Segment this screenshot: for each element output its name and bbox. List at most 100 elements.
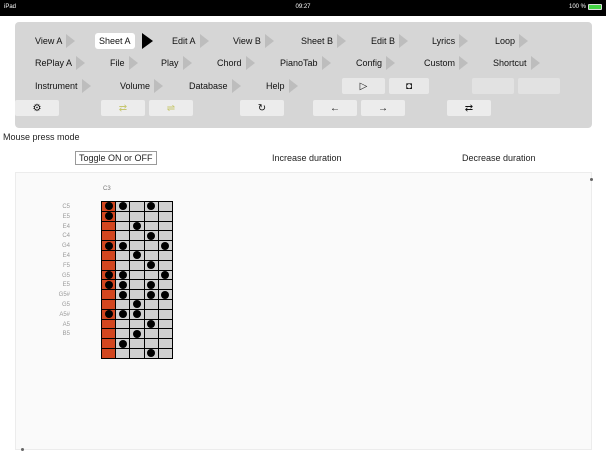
grid-cell[interactable] — [130, 211, 144, 221]
grid-cell[interactable] — [130, 319, 144, 329]
grid-cell[interactable] — [158, 319, 172, 329]
grid-cell[interactable] — [102, 290, 116, 299]
grid-cell[interactable] — [158, 260, 172, 270]
menu-volume[interactable]: Volume — [120, 77, 164, 95]
grid-cell[interactable] — [144, 348, 158, 358]
grid-cell[interactable] — [116, 319, 130, 329]
move-left-button[interactable]: ← — [313, 100, 357, 116]
grid-cell[interactable] — [130, 309, 144, 319]
grid-cell[interactable] — [144, 221, 158, 231]
grid-cell[interactable] — [102, 319, 116, 329]
grid-cell[interactable] — [116, 280, 130, 290]
play-button[interactable]: ▷ — [342, 78, 385, 94]
grid-cell[interactable] — [144, 202, 158, 211]
grid-cell[interactable] — [130, 221, 144, 231]
grid-cell[interactable] — [116, 309, 130, 319]
insert-button[interactable]: ⇄ — [447, 100, 491, 116]
grid-cell[interactable] — [130, 339, 144, 348]
grid-cell[interactable] — [116, 241, 130, 250]
grid-cell[interactable] — [144, 329, 158, 339]
grid-cell[interactable] — [158, 339, 172, 348]
menu-shortcut[interactable]: Shortcut — [493, 54, 540, 72]
grid-cell[interactable] — [130, 260, 144, 270]
grid-cell[interactable] — [116, 348, 130, 358]
menu-edit-a[interactable]: Edit A — [172, 32, 209, 50]
menu-chord[interactable]: Chord — [217, 54, 255, 72]
grid-cell[interactable] — [158, 299, 172, 309]
menu-sheet-a[interactable]: Sheet A — [95, 33, 135, 49]
move-right-button[interactable]: → — [361, 100, 405, 116]
grid-cell[interactable] — [116, 290, 130, 299]
settings-button[interactable]: ⚙ — [15, 100, 59, 116]
menu-config[interactable]: Config — [356, 54, 396, 72]
grid-cell[interactable] — [130, 231, 144, 241]
menu-sheet-b[interactable]: Sheet B — [301, 32, 347, 50]
grid-cell[interactable] — [158, 329, 172, 339]
mode-decrease-option[interactable]: Decrease duration — [462, 153, 536, 163]
grid-cell[interactable] — [116, 329, 130, 339]
grid-cell[interactable] — [102, 309, 116, 319]
grid-cell[interactable] — [144, 241, 158, 250]
grid-cell[interactable] — [116, 211, 130, 221]
grid-cell[interactable] — [158, 348, 172, 358]
grid-cell[interactable] — [158, 280, 172, 290]
grid-cell[interactable] — [144, 211, 158, 221]
grid-cell[interactable] — [144, 309, 158, 319]
grid-cell[interactable] — [144, 280, 158, 290]
swap-button[interactable]: ⇌ — [149, 100, 193, 116]
grid-cell[interactable] — [144, 319, 158, 329]
grid-cell[interactable] — [130, 241, 144, 250]
menu-help[interactable]: Help — [266, 77, 298, 95]
menu-view-b[interactable]: View B — [233, 32, 274, 50]
grid-cell[interactable] — [158, 250, 172, 260]
undo-button[interactable]: ↻ — [240, 100, 284, 116]
grid-cell[interactable] — [130, 202, 144, 211]
grid-cell[interactable] — [116, 299, 130, 309]
grid-cell[interactable] — [102, 202, 116, 211]
blank-button-1[interactable] — [472, 78, 514, 94]
grid-cell[interactable] — [102, 339, 116, 348]
grid-cell[interactable] — [144, 270, 158, 280]
menu-instrument[interactable]: Instrument — [35, 77, 91, 95]
grid-cell[interactable] — [102, 260, 116, 270]
grid-cell[interactable] — [158, 290, 172, 299]
grid-cell[interactable] — [130, 250, 144, 260]
grid-cell[interactable] — [130, 280, 144, 290]
grid-cell[interactable] — [116, 231, 130, 241]
grid-cell[interactable] — [158, 211, 172, 221]
grid-cell[interactable] — [158, 270, 172, 280]
menu-loop[interactable]: Loop — [495, 32, 529, 50]
grid-cell[interactable] — [116, 250, 130, 260]
grid-cell[interactable] — [116, 202, 130, 211]
grid-cell[interactable] — [144, 260, 158, 270]
grid-cell[interactable] — [102, 250, 116, 260]
grid-cell[interactable] — [144, 290, 158, 299]
grid-cell[interactable] — [102, 299, 116, 309]
grid-cell[interactable] — [144, 339, 158, 348]
grid-cell[interactable] — [102, 211, 116, 221]
grid-cell[interactable] — [144, 231, 158, 241]
note-grid[interactable] — [101, 201, 173, 359]
mode-toggle-option[interactable]: Toggle ON or OFF — [75, 151, 157, 165]
grid-cell[interactable] — [144, 250, 158, 260]
grid-cell[interactable] — [102, 329, 116, 339]
grid-cell[interactable] — [158, 231, 172, 241]
grid-cell[interactable] — [130, 299, 144, 309]
grid-cell[interactable] — [102, 221, 116, 231]
grid-cell[interactable] — [116, 339, 130, 348]
grid-cell[interactable] — [116, 221, 130, 231]
menu-edit-b[interactable]: Edit B — [371, 32, 409, 50]
grid-cell[interactable] — [102, 280, 116, 290]
menu-lyrics[interactable]: Lyrics — [432, 32, 469, 50]
grid-cell[interactable] — [158, 202, 172, 211]
menu-play[interactable]: Play — [161, 54, 192, 72]
grid-cell[interactable] — [102, 231, 116, 241]
grid-cell[interactable] — [130, 270, 144, 280]
grid-cell[interactable] — [102, 270, 116, 280]
grid-cell[interactable] — [102, 241, 116, 250]
menu-database[interactable]: Database — [189, 77, 241, 95]
grid-cell[interactable] — [144, 299, 158, 309]
grid-cell[interactable] — [158, 221, 172, 231]
menu-pianotab[interactable]: PianoTab — [280, 54, 331, 72]
grid-cell[interactable] — [130, 329, 144, 339]
